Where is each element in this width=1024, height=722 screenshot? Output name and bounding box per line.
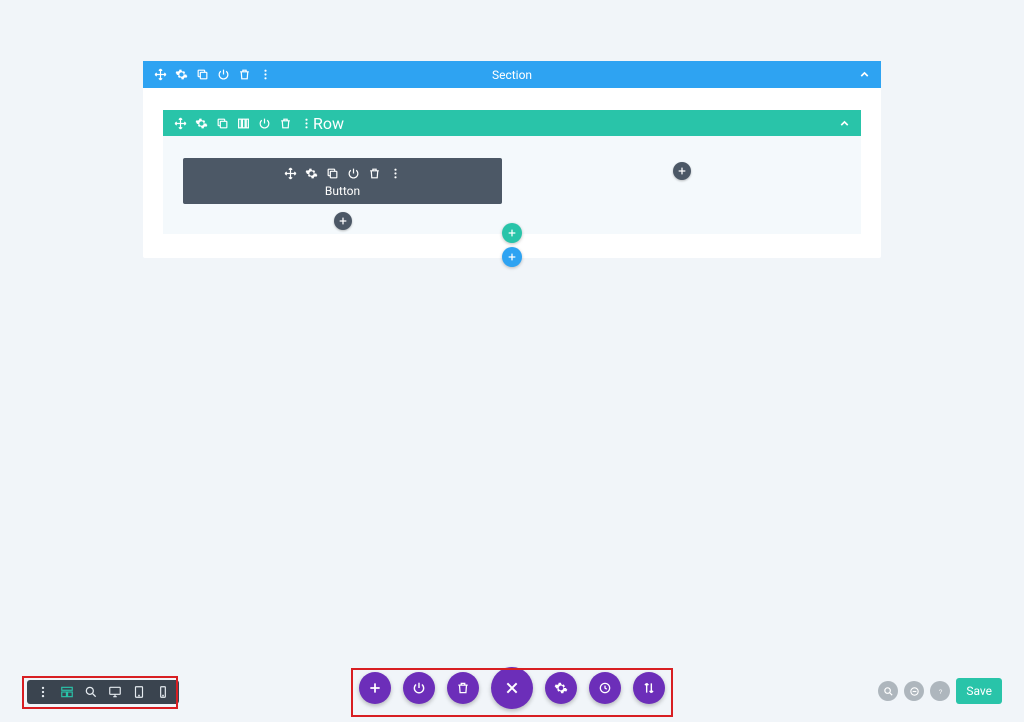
search-mini-button[interactable] bbox=[878, 681, 898, 701]
section-collapse-area bbox=[857, 68, 871, 82]
move-icon[interactable] bbox=[173, 116, 187, 130]
row-label: Row bbox=[313, 114, 344, 133]
chevron-up-icon[interactable] bbox=[837, 116, 851, 130]
section-body: Row bbox=[143, 88, 881, 258]
trash-icon[interactable] bbox=[278, 116, 292, 130]
module-label: Button bbox=[183, 184, 502, 204]
save-cluster: ? Save bbox=[878, 678, 1002, 704]
power-action-button[interactable] bbox=[403, 672, 435, 704]
trash-icon[interactable] bbox=[367, 166, 381, 180]
columns-icon[interactable] bbox=[236, 116, 250, 130]
add-module-button[interactable] bbox=[334, 212, 352, 230]
move-icon[interactable] bbox=[283, 166, 297, 180]
row-header-bar: Row bbox=[163, 110, 861, 136]
row-collapse-area bbox=[837, 116, 851, 130]
section-header-bar: Section bbox=[143, 61, 881, 88]
row-column-2 bbox=[522, 158, 841, 204]
more-icon[interactable] bbox=[388, 166, 402, 180]
power-icon[interactable] bbox=[257, 116, 271, 130]
section-bar-icons bbox=[143, 68, 272, 82]
gear-icon[interactable] bbox=[194, 116, 208, 130]
sort-action-button[interactable] bbox=[633, 672, 665, 704]
duplicate-icon[interactable] bbox=[215, 116, 229, 130]
chevron-up-icon[interactable] bbox=[857, 68, 871, 82]
gear-icon[interactable] bbox=[174, 68, 188, 82]
section-label: Section bbox=[492, 68, 532, 82]
row-bar-icons bbox=[163, 116, 313, 130]
add-section-button[interactable] bbox=[502, 247, 522, 267]
duplicate-icon[interactable] bbox=[195, 68, 209, 82]
tablet-icon[interactable] bbox=[129, 682, 149, 702]
view-toolbar bbox=[27, 680, 179, 704]
builder-canvas: Section bbox=[143, 61, 881, 258]
add-action-button[interactable] bbox=[359, 672, 391, 704]
trash-action-button[interactable] bbox=[447, 672, 479, 704]
row-column-1: Button bbox=[183, 158, 502, 204]
svg-text:?: ? bbox=[939, 688, 943, 695]
add-module-button[interactable] bbox=[673, 162, 691, 180]
phone-icon[interactable] bbox=[153, 682, 173, 702]
page-action-bar bbox=[359, 667, 665, 709]
edit-mini-button[interactable] bbox=[904, 681, 924, 701]
button-module[interactable]: Button bbox=[183, 158, 502, 204]
history-action-button[interactable] bbox=[589, 672, 621, 704]
move-icon[interactable] bbox=[153, 68, 167, 82]
trash-icon[interactable] bbox=[237, 68, 251, 82]
module-bar-icons bbox=[183, 158, 502, 184]
more-icon[interactable] bbox=[33, 682, 53, 702]
power-icon[interactable] bbox=[346, 166, 360, 180]
gear-icon[interactable] bbox=[304, 166, 318, 180]
add-row-button[interactable] bbox=[502, 223, 522, 243]
desktop-icon[interactable] bbox=[105, 682, 125, 702]
close-action-button[interactable] bbox=[491, 667, 533, 709]
save-button[interactable]: Save bbox=[956, 678, 1002, 704]
more-icon[interactable] bbox=[299, 116, 313, 130]
help-mini-button[interactable]: ? bbox=[930, 681, 950, 701]
wireframe-view-icon[interactable] bbox=[57, 682, 77, 702]
more-icon[interactable] bbox=[258, 68, 272, 82]
zoom-icon[interactable] bbox=[81, 682, 101, 702]
settings-action-button[interactable] bbox=[545, 672, 577, 704]
power-icon[interactable] bbox=[216, 68, 230, 82]
row-body: Button bbox=[163, 136, 861, 234]
duplicate-icon[interactable] bbox=[325, 166, 339, 180]
